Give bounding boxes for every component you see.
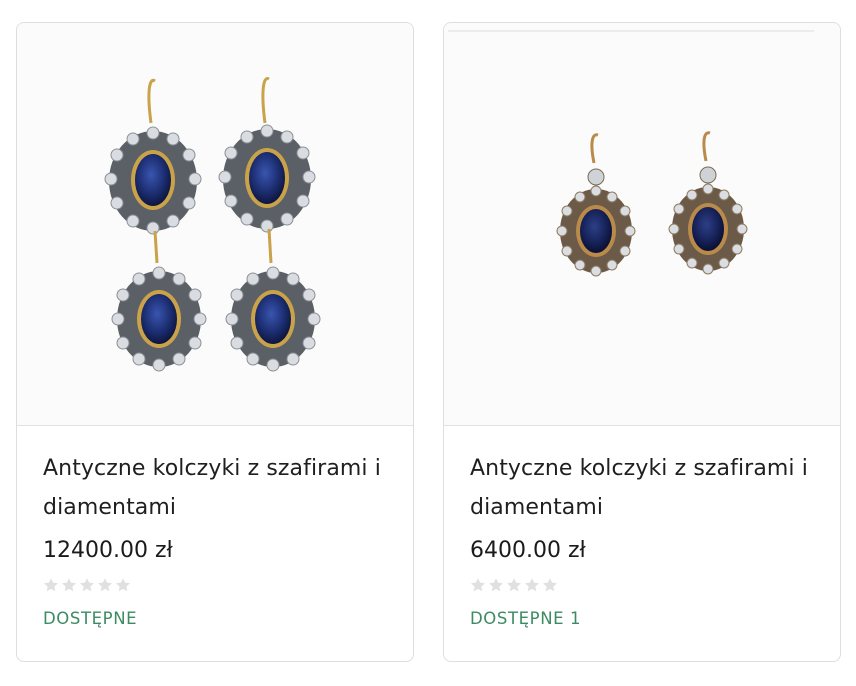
product-title[interactable]: Antyczne kolczyki z szafirami i diamenta… bbox=[470, 449, 820, 527]
product-price: 12400.00 zł bbox=[43, 538, 173, 563]
star-empty-icon bbox=[115, 577, 131, 597]
stock-status: DOSTĘPNE bbox=[43, 609, 138, 628]
product-grid: Antyczne kolczyki z szafirami i diamenta… bbox=[0, 0, 856, 686]
product-info: Antyczne kolczyki z szafirami i diamenta… bbox=[470, 449, 820, 628]
rating-stars bbox=[470, 577, 820, 597]
double-drop-sapphire-earrings-image bbox=[104, 77, 321, 372]
star-empty-icon bbox=[506, 577, 522, 597]
single-sapphire-earrings-image bbox=[448, 30, 814, 277]
star-empty-icon bbox=[97, 577, 113, 597]
star-empty-icon bbox=[470, 577, 486, 597]
product-card[interactable]: Antyczne kolczyki z szafirami i diamenta… bbox=[16, 22, 414, 662]
star-empty-icon bbox=[43, 577, 59, 597]
star-empty-icon bbox=[542, 577, 558, 597]
stock-status: DOSTĘPNE 1 bbox=[470, 609, 582, 628]
rating-stars bbox=[43, 577, 393, 597]
star-empty-icon bbox=[488, 577, 504, 597]
star-empty-icon bbox=[524, 577, 540, 597]
product-image[interactable] bbox=[444, 23, 840, 426]
star-empty-icon bbox=[61, 577, 77, 597]
product-info: Antyczne kolczyki z szafirami i diamenta… bbox=[43, 449, 393, 628]
product-title[interactable]: Antyczne kolczyki z szafirami i diamenta… bbox=[43, 449, 393, 527]
star-empty-icon bbox=[79, 577, 95, 597]
product-image[interactable] bbox=[17, 23, 413, 426]
product-card[interactable]: Antyczne kolczyki z szafirami i diamenta… bbox=[443, 22, 841, 662]
product-price: 6400.00 zł bbox=[470, 538, 586, 563]
